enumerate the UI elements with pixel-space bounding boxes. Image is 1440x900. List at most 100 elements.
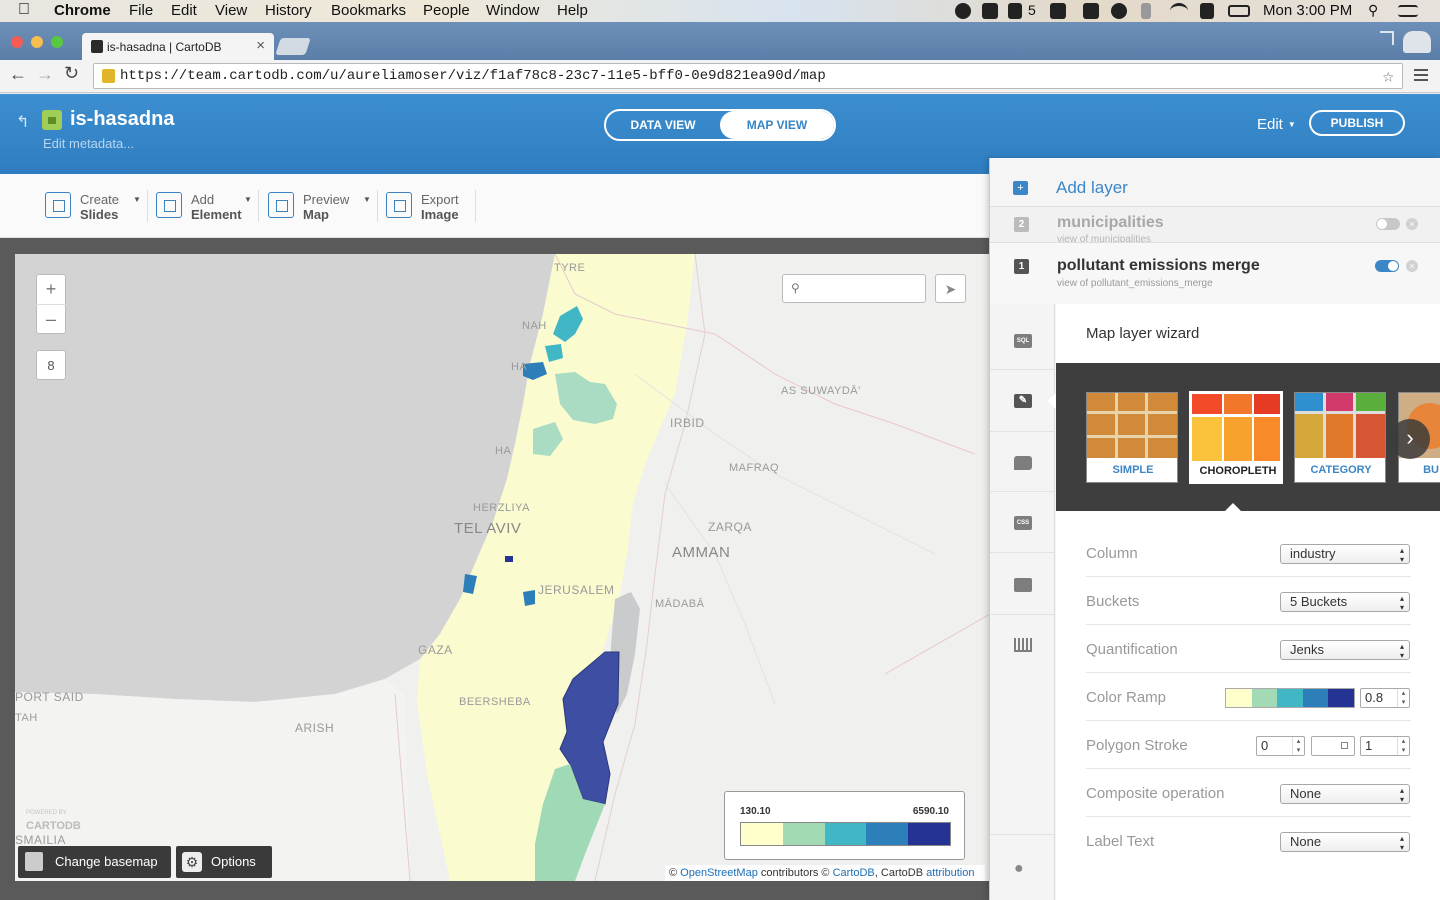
publish-button[interactable]: PUBLISH [1309,110,1405,136]
wizard-type-category[interactable]: CATEGORY [1294,392,1386,483]
reload-icon[interactable]: ↻ [64,63,79,84]
stroke-color-picker[interactable] [1311,736,1355,756]
layer-visibility-toggle[interactable] [1375,260,1399,272]
sql-icon[interactable]: SQL [1014,334,1032,348]
apple-icon[interactable]:  [18,1,30,19]
dropbox-icon[interactable] [982,3,998,19]
composite-operation-label: Composite operation [1086,785,1225,802]
spotlight-icon[interactable]: ⚲ [1368,2,1378,19]
adobe-icon[interactable] [1008,3,1022,19]
bookmark-star-icon[interactable]: ☆ [1383,65,1394,88]
minimize-window-button[interactable] [31,36,43,48]
css-icon[interactable]: CSS [1014,516,1032,530]
wifi-icon[interactable] [1170,3,1188,19]
menu-history[interactable]: History [265,2,312,19]
edit-menu[interactable]: Edit ▼ [1257,116,1296,133]
column-select[interactable]: industry ▴ ▾ [1280,544,1410,564]
map-canvas[interactable] [15,254,990,881]
time-machine-icon[interactable] [1111,3,1127,19]
change-basemap-button[interactable]: Change basemap [18,846,171,878]
stepper-arrows-icon[interactable]: ▴ ▾ [1397,689,1409,707]
legend-icon[interactable] [1014,578,1032,592]
data-view-button[interactable]: DATA VIEW [606,111,720,139]
edit-metadata-link[interactable]: Edit metadata... [43,136,134,151]
composite-operation-select[interactable]: None ▴ ▾ [1280,784,1410,804]
bluetooth-icon[interactable] [1141,3,1151,19]
add-element-button[interactable]: Add Element ▼ [156,192,256,224]
filters-chart-icon[interactable] [1014,638,1032,652]
attribution-link[interactable]: attribution [926,867,974,879]
map-label: TYRE [554,262,586,274]
map-search-input[interactable]: ⚲ [782,274,926,303]
menu-bookmarks[interactable]: Bookmarks [331,2,406,19]
cartodb-link[interactable]: CartoDB [833,867,875,879]
zoom-out-button[interactable]: – [36,304,66,334]
remove-layer-icon[interactable]: × [1406,218,1418,230]
back-arrow-icon[interactable]: ↰ [16,112,29,132]
map-view-button[interactable]: MAP VIEW [720,111,834,139]
url-text: https://team.cartodb.com/u/aureliamoser/… [120,68,826,84]
layer-name[interactable]: municipalities [1057,214,1164,232]
fullscreen-icon[interactable] [1380,31,1394,45]
plus-icon[interactable]: + [1013,181,1028,195]
layer-visibility-toggle[interactable] [1376,218,1400,230]
lock-icon[interactable] [42,110,62,130]
map-options-button[interactable]: ⚙ Options [176,846,272,878]
buckets-select[interactable]: 5 Buckets ▴ ▾ [1280,592,1410,612]
notification-center-icon[interactable] [1398,5,1418,17]
stepper-arrows-icon[interactable]: ▴ ▾ [1292,737,1304,755]
wizard-type-choropleth[interactable]: CHOROPLETH [1189,391,1283,484]
zoom-in-button[interactable]: + [36,274,66,304]
menu-edit[interactable]: Edit [171,2,197,19]
create-slides-button[interactable]: Create Slides ▼ [45,192,145,224]
stepper-arrows-icon[interactable]: ▴ ▾ [1397,737,1409,755]
caret-down-icon[interactable]: ▼ [363,195,371,204]
export-image-label-2: Image [421,207,459,222]
menu-view[interactable]: View [215,2,247,19]
forward-icon[interactable]: → [36,64,54,85]
ramp-swatch [1226,689,1252,707]
add-layer-button[interactable]: Add layer [1056,178,1128,198]
tab-close-icon[interactable]: × [256,37,265,54]
volume-icon[interactable] [1200,3,1214,19]
battery-icon[interactable] [1228,5,1250,17]
visualization-title[interactable]: is-hasadna [70,108,174,131]
stroke-opacity-stepper[interactable]: 1 ▴ ▾ [1360,736,1410,756]
quantification-select[interactable]: Jenks ▴ ▾ [1280,640,1410,660]
menu-file[interactable]: File [129,2,153,19]
chrome-menu-icon[interactable] [1414,69,1428,81]
close-window-button[interactable] [11,36,23,48]
browser-tab[interactable]: is-hasadna | CartoDB × [82,33,274,60]
color-ramp-picker[interactable] [1225,688,1355,708]
label-text-select[interactable]: None ▴ ▾ [1280,832,1410,852]
openstreetmap-link[interactable]: OpenStreetMap [680,867,758,879]
ssl-warning-icon[interactable] [102,69,115,83]
export-image-label-1: Export [421,192,459,207]
infowindow-icon[interactable] [1014,456,1032,470]
zoom-window-button[interactable] [51,36,63,48]
layer-name[interactable]: pollutant emissions merge [1057,257,1260,275]
clock[interactable]: Mon 3:00 PM [1263,2,1352,19]
carousel-next-button[interactable]: › [1390,419,1430,459]
chat-icon[interactable] [1050,3,1066,19]
caret-down-icon[interactable]: ▼ [133,195,141,204]
ramp-opacity-stepper[interactable]: 0.8 ▴ ▾ [1360,688,1410,708]
menu-people[interactable]: People [423,2,470,19]
menu-window[interactable]: Window [486,2,539,19]
new-tab-button[interactable] [275,38,311,55]
wizard-type-simple[interactable]: SIMPLE [1086,392,1178,483]
url-field[interactable]: https://team.cartodb.com/u/aureliamoser/… [93,63,1403,89]
back-icon[interactable]: ← [9,64,27,85]
app-menu[interactable]: Chrome [54,2,111,19]
remove-layer-icon[interactable]: × [1406,260,1418,272]
caret-down-icon[interactable]: ▼ [244,195,252,204]
preview-map-button[interactable]: Preview Map ▼ [268,192,372,224]
notification-icon[interactable] [955,3,971,19]
menu-help[interactable]: Help [557,2,588,19]
stroke-width-stepper[interactable]: 0 ▴ ▾ [1256,736,1305,756]
export-image-button[interactable]: Export Image [386,192,476,224]
lightbulb-icon[interactable]: ● [1014,860,1024,878]
share-button[interactable]: ➤ [935,274,966,303]
updater-icon[interactable] [1083,3,1099,19]
wizard-brush-icon[interactable]: ✎ [1014,394,1032,408]
